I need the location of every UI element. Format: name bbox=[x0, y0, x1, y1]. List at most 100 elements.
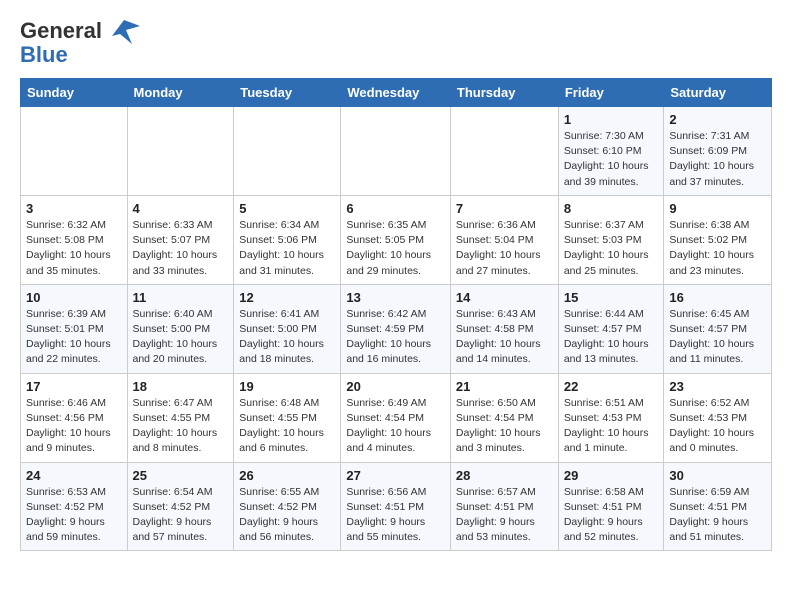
day-info: Sunrise: 6:40 AM Sunset: 5:00 PM Dayligh… bbox=[133, 307, 229, 368]
day-number: 28 bbox=[456, 468, 553, 483]
calendar-cell: 22 Sunrise: 6:51 AM Sunset: 4:53 PM Dayli… bbox=[558, 373, 664, 462]
day-info: Sunrise: 6:41 AM Sunset: 5:00 PM Dayligh… bbox=[239, 307, 335, 368]
day-number: 1 bbox=[564, 112, 659, 127]
day-info: Sunrise: 6:45 AM Sunset: 4:57 PM Dayligh… bbox=[669, 307, 766, 368]
logo-general: General bbox=[20, 18, 102, 44]
logo-bird-icon bbox=[104, 16, 140, 46]
calendar-cell: 30 Sunrise: 6:59 AM Sunset: 4:51 PM Dayli… bbox=[664, 462, 772, 551]
weekday-header-tuesday: Tuesday bbox=[234, 79, 341, 107]
calendar-cell: 11 Sunrise: 6:40 AM Sunset: 5:00 PM Dayli… bbox=[127, 284, 234, 373]
day-info: Sunrise: 6:42 AM Sunset: 4:59 PM Dayligh… bbox=[346, 307, 445, 368]
page-container: General Blue SundayMondayTuesdayWednesda… bbox=[0, 0, 792, 561]
weekday-header-sunday: Sunday bbox=[21, 79, 128, 107]
calendar-week-1: 3 Sunrise: 6:32 AM Sunset: 5:08 PM Daylig… bbox=[21, 195, 772, 284]
day-info: Sunrise: 6:54 AM Sunset: 4:52 PM Dayligh… bbox=[133, 485, 229, 546]
day-info: Sunrise: 6:55 AM Sunset: 4:52 PM Dayligh… bbox=[239, 485, 335, 546]
day-number: 2 bbox=[669, 112, 766, 127]
day-info: Sunrise: 6:33 AM Sunset: 5:07 PM Dayligh… bbox=[133, 218, 229, 279]
day-number: 12 bbox=[239, 290, 335, 305]
logo-blue: Blue bbox=[20, 42, 68, 68]
header: General Blue bbox=[20, 16, 772, 68]
day-number: 16 bbox=[669, 290, 766, 305]
day-info: Sunrise: 6:38 AM Sunset: 5:02 PM Dayligh… bbox=[669, 218, 766, 279]
day-number: 7 bbox=[456, 201, 553, 216]
weekday-header-monday: Monday bbox=[127, 79, 234, 107]
day-number: 20 bbox=[346, 379, 445, 394]
day-number: 6 bbox=[346, 201, 445, 216]
day-number: 21 bbox=[456, 379, 553, 394]
calendar-cell bbox=[21, 107, 128, 196]
calendar-cell bbox=[341, 107, 451, 196]
day-info: Sunrise: 6:34 AM Sunset: 5:06 PM Dayligh… bbox=[239, 218, 335, 279]
weekday-header-wednesday: Wednesday bbox=[341, 79, 451, 107]
calendar-week-4: 24 Sunrise: 6:53 AM Sunset: 4:52 PM Dayli… bbox=[21, 462, 772, 551]
day-number: 23 bbox=[669, 379, 766, 394]
day-info: Sunrise: 6:39 AM Sunset: 5:01 PM Dayligh… bbox=[26, 307, 122, 368]
calendar-cell: 9 Sunrise: 6:38 AM Sunset: 5:02 PM Daylig… bbox=[664, 195, 772, 284]
day-info: Sunrise: 6:49 AM Sunset: 4:54 PM Dayligh… bbox=[346, 396, 445, 457]
calendar-cell: 6 Sunrise: 6:35 AM Sunset: 5:05 PM Daylig… bbox=[341, 195, 451, 284]
day-number: 25 bbox=[133, 468, 229, 483]
day-info: Sunrise: 6:53 AM Sunset: 4:52 PM Dayligh… bbox=[26, 485, 122, 546]
day-info: Sunrise: 6:52 AM Sunset: 4:53 PM Dayligh… bbox=[669, 396, 766, 457]
day-info: Sunrise: 6:48 AM Sunset: 4:55 PM Dayligh… bbox=[239, 396, 335, 457]
calendar-cell: 3 Sunrise: 6:32 AM Sunset: 5:08 PM Daylig… bbox=[21, 195, 128, 284]
weekday-header-thursday: Thursday bbox=[450, 79, 558, 107]
weekday-header-friday: Friday bbox=[558, 79, 664, 107]
day-number: 4 bbox=[133, 201, 229, 216]
day-number: 8 bbox=[564, 201, 659, 216]
day-number: 29 bbox=[564, 468, 659, 483]
calendar-cell bbox=[450, 107, 558, 196]
day-info: Sunrise: 6:51 AM Sunset: 4:53 PM Dayligh… bbox=[564, 396, 659, 457]
day-number: 18 bbox=[133, 379, 229, 394]
calendar-cell: 26Sunrise: 6:55 AM Sunset: 4:52 PM Dayli… bbox=[234, 462, 341, 551]
calendar-cell: 18 Sunrise: 6:47 AM Sunset: 4:55 PM Dayli… bbox=[127, 373, 234, 462]
day-info: Sunrise: 6:43 AM Sunset: 4:58 PM Dayligh… bbox=[456, 307, 553, 368]
day-info: Sunrise: 6:56 AM Sunset: 4:51 PM Dayligh… bbox=[346, 485, 445, 546]
day-number: 14 bbox=[456, 290, 553, 305]
day-info: Sunrise: 6:36 AM Sunset: 5:04 PM Dayligh… bbox=[456, 218, 553, 279]
day-number: 19 bbox=[239, 379, 335, 394]
calendar-cell bbox=[234, 107, 341, 196]
calendar-cell: 28 Sunrise: 6:57 AM Sunset: 4:51 PM Dayli… bbox=[450, 462, 558, 551]
day-number: 17 bbox=[26, 379, 122, 394]
day-number: 15 bbox=[564, 290, 659, 305]
calendar-cell: 2 Sunrise: 7:31 AM Sunset: 6:09 PM Daylig… bbox=[664, 107, 772, 196]
day-info: Sunrise: 7:31 AM Sunset: 6:09 PM Dayligh… bbox=[669, 129, 766, 190]
calendar-cell: 25 Sunrise: 6:54 AM Sunset: 4:52 PM Dayli… bbox=[127, 462, 234, 551]
day-number: 27 bbox=[346, 468, 445, 483]
logo: General Blue bbox=[20, 16, 140, 68]
day-info: Sunrise: 6:58 AM Sunset: 4:51 PM Dayligh… bbox=[564, 485, 659, 546]
calendar-cell: 5 Sunrise: 6:34 AM Sunset: 5:06 PM Daylig… bbox=[234, 195, 341, 284]
calendar-cell: 7 Sunrise: 6:36 AM Sunset: 5:04 PM Daylig… bbox=[450, 195, 558, 284]
day-info: Sunrise: 6:59 AM Sunset: 4:51 PM Dayligh… bbox=[669, 485, 766, 546]
calendar-cell: 23 Sunrise: 6:52 AM Sunset: 4:53 PM Dayli… bbox=[664, 373, 772, 462]
calendar-cell: 17 Sunrise: 6:46 AM Sunset: 4:56 PM Dayli… bbox=[21, 373, 128, 462]
calendar-week-0: 1 Sunrise: 7:30 AM Sunset: 6:10 PM Daylig… bbox=[21, 107, 772, 196]
calendar-cell: 8Sunrise: 6:37 AM Sunset: 5:03 PM Daylig… bbox=[558, 195, 664, 284]
day-info: Sunrise: 6:35 AM Sunset: 5:05 PM Dayligh… bbox=[346, 218, 445, 279]
calendar-week-3: 17 Sunrise: 6:46 AM Sunset: 4:56 PM Dayli… bbox=[21, 373, 772, 462]
day-info: Sunrise: 6:32 AM Sunset: 5:08 PM Dayligh… bbox=[26, 218, 122, 279]
day-number: 30 bbox=[669, 468, 766, 483]
day-info: Sunrise: 6:47 AM Sunset: 4:55 PM Dayligh… bbox=[133, 396, 229, 457]
day-number: 5 bbox=[239, 201, 335, 216]
day-info: Sunrise: 6:46 AM Sunset: 4:56 PM Dayligh… bbox=[26, 396, 122, 457]
day-number: 3 bbox=[26, 201, 122, 216]
calendar-cell: 10 Sunrise: 6:39 AM Sunset: 5:01 PM Dayli… bbox=[21, 284, 128, 373]
calendar-cell: 4 Sunrise: 6:33 AM Sunset: 5:07 PM Daylig… bbox=[127, 195, 234, 284]
calendar-cell: 16 Sunrise: 6:45 AM Sunset: 4:57 PM Dayli… bbox=[664, 284, 772, 373]
day-number: 11 bbox=[133, 290, 229, 305]
day-info: Sunrise: 6:50 AM Sunset: 4:54 PM Dayligh… bbox=[456, 396, 553, 457]
day-number: 24 bbox=[26, 468, 122, 483]
day-info: Sunrise: 6:57 AM Sunset: 4:51 PM Dayligh… bbox=[456, 485, 553, 546]
day-number: 9 bbox=[669, 201, 766, 216]
calendar-cell: 29 Sunrise: 6:58 AM Sunset: 4:51 PM Dayli… bbox=[558, 462, 664, 551]
day-info: Sunrise: 7:30 AM Sunset: 6:10 PM Dayligh… bbox=[564, 129, 659, 190]
day-number: 10 bbox=[26, 290, 122, 305]
weekday-header-saturday: Saturday bbox=[664, 79, 772, 107]
calendar-cell: 14 Sunrise: 6:43 AM Sunset: 4:58 PM Dayli… bbox=[450, 284, 558, 373]
calendar-cell: 1 Sunrise: 7:30 AM Sunset: 6:10 PM Daylig… bbox=[558, 107, 664, 196]
day-number: 22 bbox=[564, 379, 659, 394]
day-number: 13 bbox=[346, 290, 445, 305]
